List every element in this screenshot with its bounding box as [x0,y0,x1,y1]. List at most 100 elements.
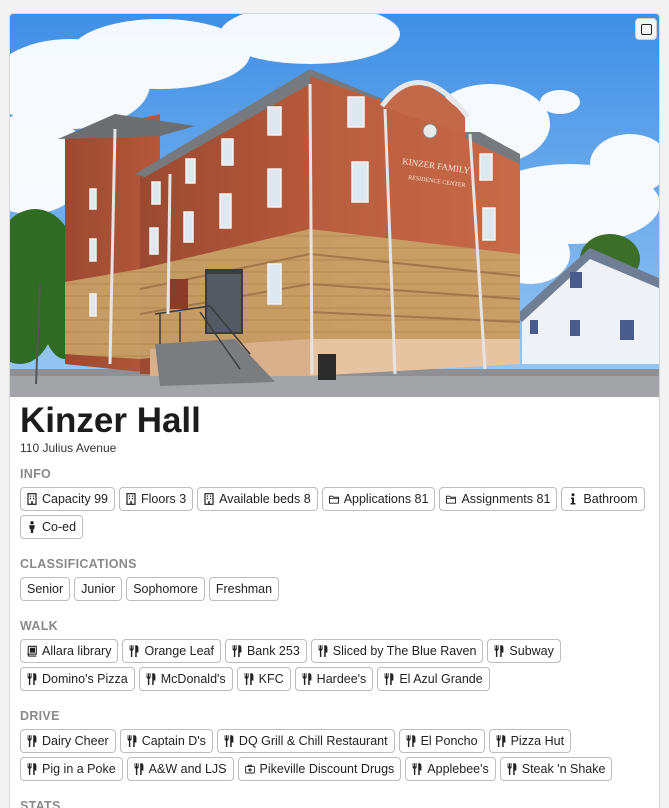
utensils-icon [384,673,394,685]
utensils-icon [244,673,254,685]
chip-label: Senior [27,582,64,596]
classification-chip-senior[interactable]: Senior [20,577,71,601]
utensils-icon [507,763,517,775]
section-title-stats: STATS [20,799,61,808]
chip-label: Freshman [215,582,273,596]
chip-label: El Poncho [420,734,478,748]
chip-label: McDonald's [160,672,226,686]
chip-label: Sophomore [133,582,198,596]
info-chip-bathroom[interactable]: Bathroom [561,487,645,511]
select-checkbox[interactable] [635,18,657,40]
section-title-walk: WALK [20,619,58,633]
chip-label: DQ Grill & Chill Restaurant [238,734,388,748]
building-icon [27,493,37,505]
walk-chip-orange-leaf[interactable]: Orange Leaf [122,639,221,663]
drive-chips: Dairy Cheer Captain D's DQ Grill & Chill R… [20,729,649,781]
classification-chip-sophomore[interactable]: Sophomore [126,577,205,601]
chip-label: Applications 81 [343,492,429,506]
walk-chip-mcdonald-s[interactable]: McDonald's [138,667,233,691]
hall-photo: KINZER FAMILY RESIDENCE CENTER [10,14,659,397]
utensils-icon [412,763,422,775]
classification-chip-freshman[interactable]: Freshman [208,577,280,601]
walk-chip-domino-s-pizza[interactable]: Domino's Pizza [20,667,135,691]
utensils-icon [224,735,234,747]
utensils-icon [27,763,37,775]
chip-label: A&W and LJS [148,762,227,776]
chip-label: Bank 253 [246,644,300,658]
utensils-icon [496,735,506,747]
hall-address: 110 Julius Avenue [20,441,117,455]
walk-chip-el-azul-grande[interactable]: El Azul Grande [377,667,490,691]
utensils-icon [129,645,139,657]
chip-label: Assignments 81 [461,492,551,506]
utensils-icon [318,645,328,657]
walk-chip-hardee-s[interactable]: Hardee's [294,667,374,691]
drive-chip-captain-d-s[interactable]: Captain D's [119,729,213,753]
walk-chip-subway[interactable]: Subway [487,639,561,663]
utensils-icon [302,673,312,685]
checkbox-square-icon [640,23,652,35]
chip-label: Co-ed [42,520,77,534]
drive-chip-pizza-hut[interactable]: Pizza Hut [488,729,572,753]
info-chip-capacity-99[interactable]: Capacity 99 [20,487,116,511]
info-chip-floors-3[interactable]: Floors 3 [119,487,194,511]
info-icon [568,493,578,505]
info-chip-applications-81[interactable]: Applications 81 [321,487,436,511]
chip-label: Sliced by The Blue Raven [332,644,477,658]
hall-name: Kinzer Hall [20,401,201,440]
chip-label: Pikeville Discount Drugs [259,762,395,776]
walk-chip-bank-253[interactable]: Bank 253 [224,639,307,663]
person-icon [27,521,37,533]
drive-chip-a-w-and-ljs[interactable]: A&W and LJS [126,757,234,781]
utensils-icon [27,673,37,685]
section-title-classifications: CLASSIFICATIONS [20,557,137,571]
chip-label: Allara library [42,644,112,658]
chip-label: Available beds 8 [219,492,311,506]
chip-label: Pig in a Poke [42,762,116,776]
classification-chip-junior[interactable]: Junior [74,577,123,601]
drive-chip-pikeville-discount-drugs[interactable]: Pikeville Discount Drugs [237,757,402,781]
building-icon [126,493,136,505]
chip-label: El Azul Grande [399,672,483,686]
chip-label: Capacity 99 [42,492,109,506]
walk-chip-allara-library[interactable]: Allara library [20,639,119,663]
drive-chip-applebee-s[interactable]: Applebee's [405,757,496,781]
chip-label: Floors 3 [141,492,187,506]
utensils-icon [127,735,137,747]
info-chips: Capacity 99 Floors 3 Available beds 8 Appli… [20,487,649,539]
chip-label: Dairy Cheer [42,734,109,748]
utensils-icon [134,763,144,775]
folder-icon [446,493,457,505]
info-chip-assignments-81[interactable]: Assignments 81 [439,487,558,511]
walk-chip-kfc[interactable]: KFC [236,667,291,691]
utensils-icon [27,735,37,747]
chip-label: Steak 'n Shake [521,762,606,776]
chip-label: Pizza Hut [510,734,565,748]
info-chip-co-ed[interactable]: Co-ed [20,515,84,539]
utensils-icon [232,645,242,657]
chip-label: Subway [509,644,554,658]
drive-chip-pig-in-a-poke[interactable]: Pig in a Poke [20,757,123,781]
chip-label: Captain D's [141,734,206,748]
utensils-icon [406,735,416,747]
chip-label: Applebee's [427,762,489,776]
drive-chip-dq-grill-chill-restaurant[interactable]: DQ Grill & Chill Restaurant [216,729,395,753]
chip-label: Domino's Pizza [42,672,128,686]
drive-chip-el-poncho[interactable]: El Poncho [398,729,485,753]
chip-label: Orange Leaf [144,644,214,658]
classification-chips: Senior Junior Sophomore Freshman [20,577,649,601]
hall-photo-illustration: KINZER FAMILY RESIDENCE CENTER [10,14,659,397]
walk-chips: Allara library Orange Leaf Bank 253 Sliced … [20,639,649,691]
building-icon [204,493,214,505]
section-title-drive: DRIVE [20,709,60,723]
chip-label: Bathroom [583,492,638,506]
drive-chip-dairy-cheer[interactable]: Dairy Cheer [20,729,116,753]
info-chip-available-beds-8[interactable]: Available beds 8 [197,487,318,511]
medkit-icon [244,763,255,775]
chip-label: Hardee's [316,672,367,686]
book-icon [27,645,37,657]
residence-hall-card: KINZER FAMILY RESIDENCE CENTER Kinzer Ha… [9,13,660,808]
utensils-icon [494,645,504,657]
walk-chip-sliced-by-the-blue-raven[interactable]: Sliced by The Blue Raven [310,639,484,663]
drive-chip-steak-n-shake[interactable]: Steak 'n Shake [499,757,613,781]
